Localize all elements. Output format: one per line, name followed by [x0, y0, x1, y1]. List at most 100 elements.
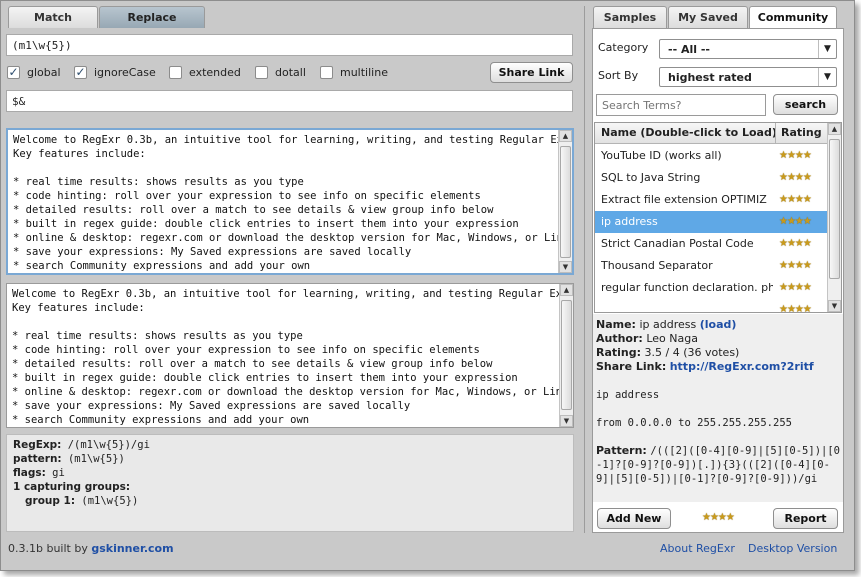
source-text[interactable]: Welcome to RegExr 0.3b, an intuitive too…: [8, 130, 572, 273]
chevron-down-icon[interactable]: ▼: [818, 68, 836, 86]
col-divider: [775, 123, 776, 144]
regexp-line: RegExp: /(m1\w{5})/gi: [13, 438, 567, 452]
source-text-editor[interactable]: Welcome to RegExr 0.3b, an intuitive too…: [6, 128, 574, 275]
sort-label: Sort By: [598, 69, 639, 82]
group1-line: group 1: (m1\w{5}): [13, 494, 567, 508]
rating-stars-icon: ★★★★: [779, 216, 812, 227]
tab-samples[interactable]: Samples: [593, 6, 667, 28]
list-item-name: YouTube ID (works all): [601, 149, 722, 162]
tab-match[interactable]: Match: [8, 6, 98, 28]
ignorecase-label: ignoreCase: [94, 66, 156, 79]
list-item[interactable]: SQL to Java String ★★★★: [595, 167, 828, 189]
col-name-header[interactable]: Name (Double-click to Load): [601, 123, 777, 143]
scroll-down-arrow-icon[interactable]: ▼: [560, 415, 573, 427]
rating-stars-icon: ★★★★: [779, 194, 812, 205]
list-item-name: Thousand Separator: [601, 259, 713, 272]
regexp-value: /(m1\w{5})/gi: [67, 439, 150, 451]
list-item-name: ip address: [601, 215, 658, 228]
add-new-button[interactable]: Add New: [597, 508, 671, 529]
scroll-up-arrow-icon[interactable]: ▲: [559, 130, 572, 142]
scroll-down-arrow-icon[interactable]: ▼: [559, 261, 572, 273]
result-text-editor[interactable]: Welcome to RegExr 0.3b, an intuitive too…: [6, 283, 574, 428]
list-item-name: Extract file extension OPTIMIZ: [601, 193, 767, 206]
pattern-label: pattern:: [13, 453, 62, 465]
rating-stars-icon[interactable]: ★★★★: [702, 512, 735, 523]
app-window: Match Replace (m1\w{5}) ✓ global ✓ ignor…: [0, 0, 855, 571]
expression-input[interactable]: (m1\w{5}): [6, 34, 573, 56]
dotall-label: dotall: [275, 66, 306, 79]
rating-stars-icon: ★★★★: [779, 172, 812, 183]
info-share-line: Share Link: http://RegExr.com?2ritf: [596, 360, 840, 374]
list-item[interactable]: ★★★★: [595, 299, 828, 313]
flags-line: flags: gi: [13, 466, 567, 480]
tab-replace[interactable]: Replace: [99, 6, 205, 28]
search-button[interactable]: search: [773, 94, 838, 115]
replace-input[interactable]: $&: [6, 90, 573, 112]
info-name-value: ip address: [639, 318, 697, 331]
scroll-thumb[interactable]: [829, 139, 840, 279]
footer-version: 0.3.1b built by gskinner.com: [8, 542, 174, 555]
list-item[interactable]: Strict Canadian Postal Code ★★★★: [595, 233, 828, 255]
flags-value: gi: [52, 467, 65, 479]
info-rating-line: Rating: 3.5 / 4 (36 votes): [596, 346, 840, 360]
list-item-selected[interactable]: ip address ★★★★: [595, 211, 828, 233]
source-scrollbar[interactable]: ▲ ▼: [558, 130, 572, 273]
scroll-thumb[interactable]: [561, 300, 572, 410]
info-author-line: Author: Leo Naga: [596, 332, 840, 346]
list-item[interactable]: regular function declaration. ph ★★★★: [595, 277, 828, 299]
result-scrollbar[interactable]: ▲ ▼: [559, 284, 573, 427]
sort-value: highest rated: [668, 71, 752, 84]
scroll-down-arrow-icon[interactable]: ▼: [828, 300, 841, 312]
scroll-up-arrow-icon[interactable]: ▲: [828, 123, 841, 135]
list-item-name: SQL to Java String: [601, 171, 701, 184]
result-text: Welcome to RegExr 0.3b, an intuitive too…: [12, 288, 573, 426]
list-item-name: regular function declaration. ph: [601, 281, 773, 294]
desktop-version-link[interactable]: Desktop Version: [748, 542, 837, 555]
scroll-thumb[interactable]: [560, 146, 571, 258]
dotall-checkbox[interactable]: [255, 66, 268, 79]
info-rating-label: Rating:: [596, 346, 642, 359]
rating-stars-icon: ★★★★: [779, 304, 812, 313]
chevron-down-icon[interactable]: ▼: [818, 40, 836, 58]
sort-select[interactable]: highest rated ▼: [659, 67, 837, 87]
category-label: Category: [598, 41, 649, 54]
list-item[interactable]: Extract file extension OPTIMIZ ★★★★: [595, 189, 828, 211]
share-link[interactable]: http://RegExr.com?2ritf: [670, 360, 814, 373]
panel-divider: [584, 6, 585, 533]
list-item[interactable]: Thousand Separator ★★★★: [595, 255, 828, 277]
group1-value: (m1\w{5}): [81, 495, 139, 507]
info-pattern-line: Pattern: /(([2]([0-4][0-9]|[5][0-5])|[0-…: [596, 444, 840, 486]
share-link-button[interactable]: Share Link: [490, 62, 573, 83]
col-rating-header[interactable]: Rating: [781, 123, 822, 143]
list-scrollbar[interactable]: ▲ ▼: [827, 123, 841, 312]
tab-community[interactable]: Community: [749, 6, 837, 29]
global-label: global: [27, 66, 61, 79]
pattern-line: pattern: (m1\w{5}): [13, 452, 567, 466]
info-description: from 0.0.0.0 to 255.255.255.255: [596, 417, 792, 429]
author-link[interactable]: gskinner.com: [91, 542, 173, 555]
search-input[interactable]: [596, 94, 766, 116]
category-select[interactable]: -- All -- ▼: [659, 39, 837, 59]
list-header: Name (Double-click to Load) Rating: [595, 123, 828, 144]
report-button[interactable]: Report: [773, 508, 838, 529]
tab-my-saved[interactable]: My Saved: [668, 6, 748, 28]
about-link[interactable]: About RegExr: [660, 542, 735, 555]
load-link[interactable]: (load): [700, 318, 737, 331]
multiline-label: multiline: [340, 66, 388, 79]
community-results-list[interactable]: Name (Double-click to Load) Rating YouTu…: [594, 122, 842, 313]
multiline-checkbox[interactable]: [320, 66, 333, 79]
version-text: 0.3.1b built by: [8, 542, 88, 555]
groups-line: 1 capturing groups:: [13, 480, 567, 494]
flags-label: flags:: [13, 467, 46, 479]
list-item[interactable]: YouTube ID (works all) ★★★★: [595, 145, 828, 167]
group1-label: group 1:: [25, 495, 76, 507]
global-checkbox[interactable]: ✓: [7, 66, 20, 79]
info-author-label: Author:: [596, 332, 643, 345]
scroll-up-arrow-icon[interactable]: ▲: [560, 284, 573, 296]
ignorecase-checkbox[interactable]: ✓: [74, 66, 87, 79]
extended-checkbox[interactable]: [169, 66, 182, 79]
rating-stars-icon: ★★★★: [779, 150, 812, 161]
